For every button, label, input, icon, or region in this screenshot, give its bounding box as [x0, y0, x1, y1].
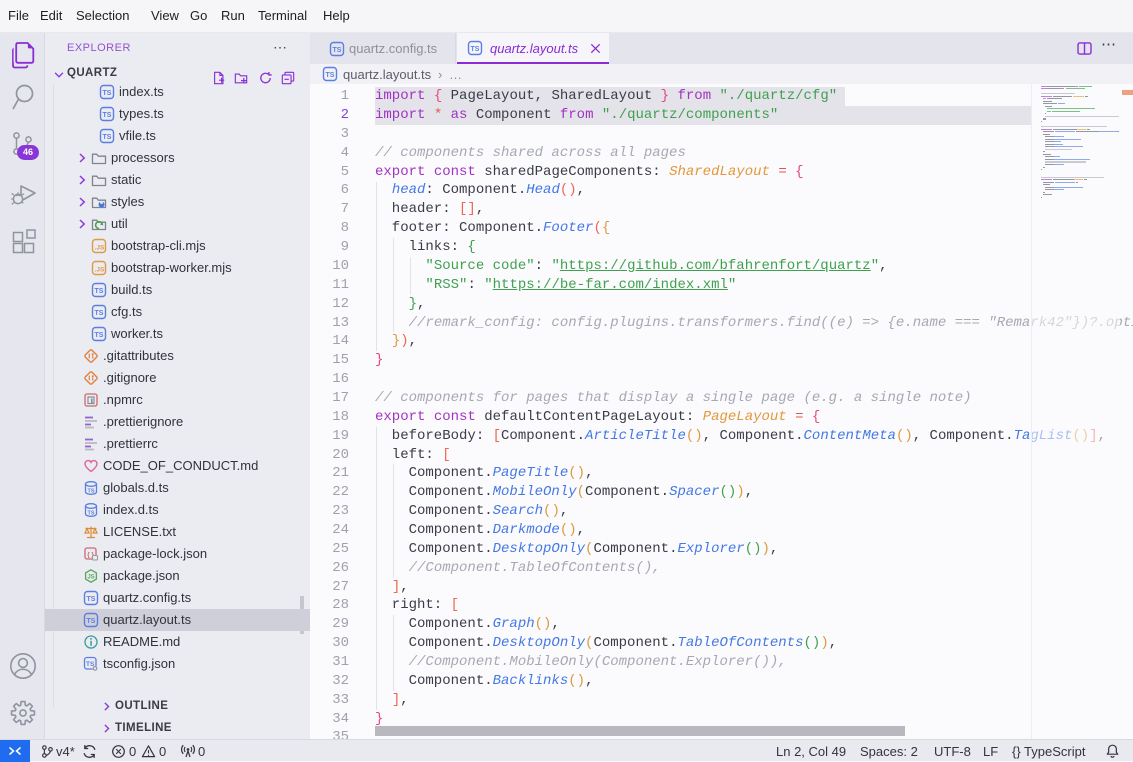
svg-text:JS: JS — [87, 575, 94, 581]
svg-text:TS: TS — [326, 72, 335, 79]
svg-text:TS: TS — [103, 112, 112, 119]
svg-text:TS: TS — [103, 134, 112, 141]
svg-text:TS: TS — [87, 618, 96, 625]
svg-text:.JS: .JS — [95, 245, 105, 252]
svg-text:TS: TS — [87, 489, 94, 495]
svg-text:TS: TS — [95, 310, 104, 317]
svg-text:.JS: .JS — [95, 267, 105, 274]
svg-text:TS: TS — [87, 596, 96, 603]
svg-text:TS: TS — [471, 46, 480, 53]
svg-text:TS: TS — [95, 332, 104, 339]
svg-text:TS: TS — [333, 47, 342, 54]
svg-text:TS: TS — [87, 511, 94, 517]
svg-text:TS: TS — [103, 90, 112, 97]
svg-text:TS: TS — [95, 288, 104, 295]
